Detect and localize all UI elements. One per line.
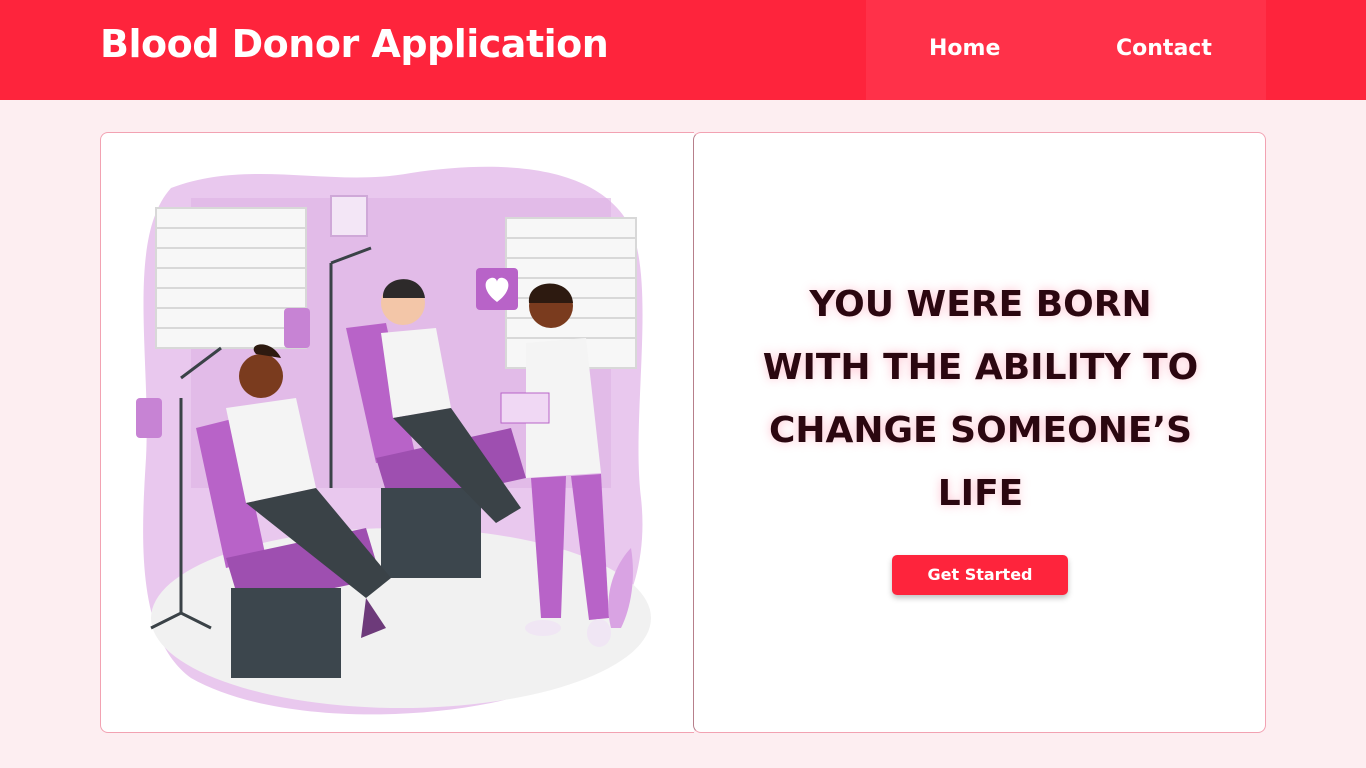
- illustration-panel: [100, 132, 694, 733]
- nav-menu: Home Contact: [866, 0, 1266, 100]
- nav-contact-link[interactable]: Contact: [1116, 36, 1212, 61]
- blood-donation-illustration: [136, 166, 651, 715]
- iv-bag-left-icon: [136, 398, 162, 438]
- nav-home-link[interactable]: Home: [929, 36, 1000, 61]
- iv-bag-middle-icon: [284, 308, 310, 348]
- get-started-button[interactable]: Get Started: [892, 555, 1068, 595]
- wall-picture-icon: [330, 195, 368, 237]
- headline-line-2: WITH THE ABILITY TO: [762, 347, 1199, 388]
- headline-line-3: CHANGE SOMEONE’S: [768, 410, 1193, 451]
- app-title: Blood Donor Application: [100, 22, 609, 66]
- top-navbar: Blood Donor Application Home Contact: [0, 0, 1366, 100]
- headline-line-4: LIFE: [937, 473, 1024, 514]
- headline-line-1: YOU WERE BORN: [809, 284, 1152, 325]
- hero-panel: YOU WERE BORN WITH THE ABILITY TO CHANGE…: [693, 132, 1266, 733]
- heart-sign-icon: [476, 268, 518, 310]
- window-left: [155, 207, 307, 349]
- hero-headline: YOU WERE BORN WITH THE ABILITY TO CHANGE…: [744, 273, 1217, 525]
